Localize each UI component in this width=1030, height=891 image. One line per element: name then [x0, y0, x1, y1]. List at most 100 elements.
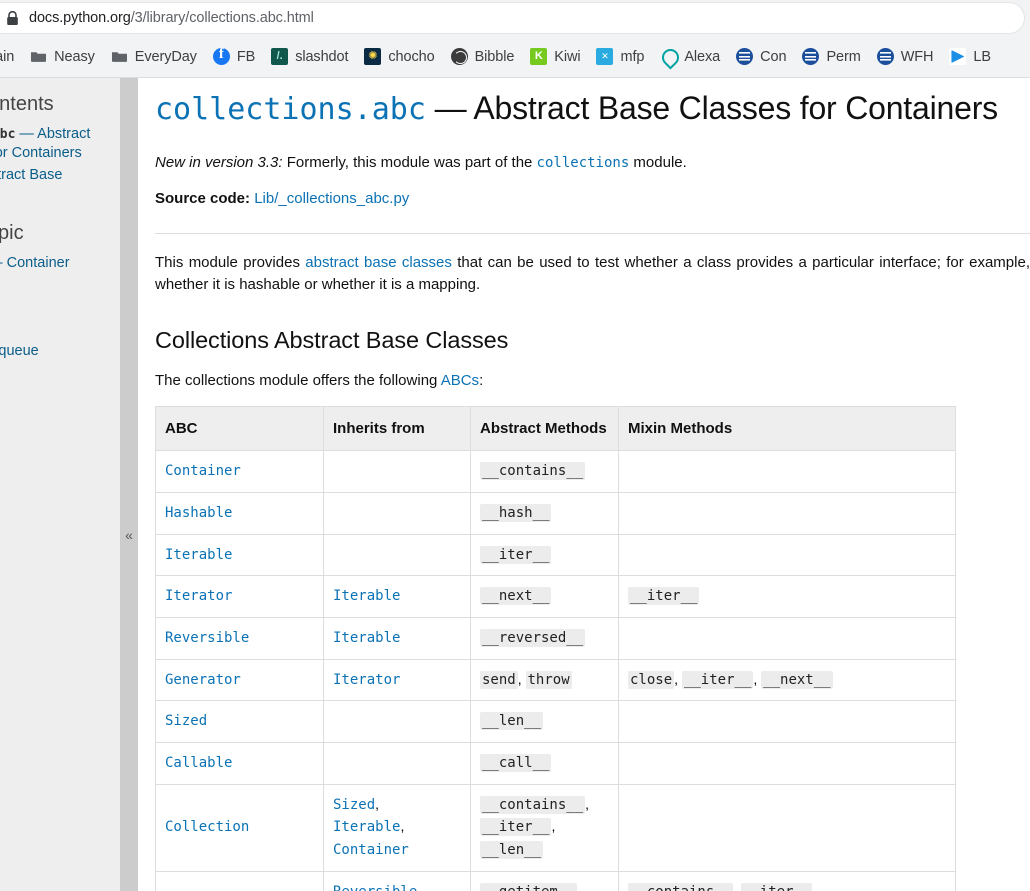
sidebar-thispage-block: This Page Report a Bug Show Source [0, 398, 102, 472]
cell-abstract-methods: __reversed__ [470, 617, 619, 660]
separator: , [585, 795, 590, 812]
table-row: Iterator Iterable __next__ __iter__ [155, 575, 956, 618]
bookmark-lain[interactable]: lain [0, 43, 22, 71]
column-header-abstract-methods: Abstract Methods [470, 406, 619, 452]
abc-link[interactable]: Sized [165, 713, 207, 729]
inherits-link[interactable]: Sized [333, 797, 375, 813]
sidebar-link-collections-abc[interactable]: collections.abc — Abstract Base Classes … [0, 126, 90, 161]
bookmark-everyday[interactable]: EveryDay [103, 43, 205, 71]
slashdot-icon [271, 48, 289, 65]
section-intro-before: The collections module offers the follow… [155, 371, 441, 389]
bookmark-con[interactable]: Con [728, 43, 794, 71]
abc-link[interactable]: Iterable [165, 547, 232, 563]
mixin-literal: close [628, 670, 675, 689]
separator: , [375, 795, 380, 812]
abc-link[interactable]: Callable [165, 755, 232, 771]
sidebar-item-report-bug[interactable]: Report a Bug [0, 431, 102, 449]
page-viewport: Table of Contents collections.abc — Abst… [0, 78, 1030, 891]
bookmark-fb[interactable]: FB [205, 43, 263, 71]
abc-link[interactable]: Container [165, 463, 241, 479]
bookmarks-bar[interactable]: lain Neasy EveryDay FB slashdot chocho Bibble K… [0, 36, 1030, 77]
bookmark-neasy[interactable]: Neasy [22, 43, 103, 71]
version-added-label: New in version 3.3: [155, 153, 283, 171]
column-header-inherits-from: Inherits from [323, 406, 471, 452]
source-code-line: Source code: Lib/_collections_abc.py [155, 188, 1030, 211]
bookmark-alexa[interactable]: Alexa [652, 43, 728, 71]
separator: , [812, 882, 817, 891]
abc-link[interactable]: Generator [165, 672, 241, 688]
cell-mixin-methods [618, 450, 956, 493]
sidebar-collapse-handle[interactable]: « [120, 78, 138, 891]
inherits-link[interactable]: Iterable [333, 588, 400, 604]
cell-mixin-methods [618, 491, 956, 535]
collections-module-link[interactable]: collections [537, 155, 630, 171]
cell-mixin-methods: __contains__, __iter__,__reversed__, ind… [618, 870, 956, 891]
page-title: collections.abc — Abstract Base Classes … [155, 90, 1030, 128]
sidebar-item-collections-abc[interactable]: collections.abc — Abstract Base Classes … [0, 125, 102, 162]
abstract-literal: __next__ [480, 587, 552, 606]
chevron-left-double-icon[interactable]: « [120, 528, 138, 542]
bookmark-kiwi[interactable]: Kiwi [522, 43, 588, 71]
page-title-module: collections.abc [155, 92, 426, 127]
sidebar-link-abc-section[interactable]: Collections Abstract Base Classes [0, 167, 62, 201]
cell-inherits-from: Iterable [323, 575, 471, 618]
lock-icon[interactable] [6, 10, 19, 26]
mfp-icon [596, 48, 614, 65]
sidebar-item-show-source[interactable]: Show Source [0, 454, 102, 472]
separator: , [517, 670, 526, 687]
bookmark-wfh[interactable]: WFH [869, 43, 942, 71]
sidebar-next-topic[interactable]: heapq — Heap queue algorithm [0, 342, 102, 380]
abc-table-body: Container __contains__ Hashable __hash__ Ite… [155, 450, 956, 891]
cell-abstract-methods: __iter__ [470, 533, 619, 577]
bookmark-label: WFH [900, 48, 934, 65]
bookmark-label: Con [760, 48, 787, 65]
source-code-link[interactable]: Lib/_collections_abc.py [254, 190, 409, 207]
cell-abc: Iterable [155, 533, 324, 577]
source-code-label: Source code: [155, 190, 251, 208]
abc-link[interactable]: Hashable [165, 505, 232, 521]
bookmark-label: EveryDay [134, 48, 197, 65]
abc-link[interactable]: Collection [165, 819, 249, 835]
table-row: Sized __len__ [155, 700, 956, 744]
page-title-rest: — Abstract Base Classes for Containers [434, 90, 999, 126]
bookmark-slashdot[interactable]: slashdot [263, 43, 356, 71]
sidebar-previous-topic[interactable]: collections — Container datatypes [0, 254, 102, 292]
sidebar-toc-0-mono: collections.abc [0, 127, 16, 142]
cell-inherits-from: Iterator [323, 658, 471, 702]
url-bar-row: docs.python.org/3/library/collections.ab… [0, 0, 1030, 36]
inherits-link[interactable]: Iterable [333, 819, 400, 835]
abc-link[interactable]: Iterator [165, 588, 232, 604]
abcs-link[interactable]: ABCs [441, 372, 479, 389]
inherits-link[interactable]: Container [333, 842, 409, 858]
abc-link[interactable]: Reversible [165, 630, 249, 646]
inherits-link[interactable]: Iterator [333, 672, 400, 688]
bookmark-bibble[interactable]: Bibble [443, 43, 523, 71]
abstract-literal: __hash__ [480, 503, 552, 522]
bookmark-perm[interactable]: Perm [794, 43, 868, 71]
table-row: Callable __call__ [155, 742, 956, 785]
cell-abc: Sized [155, 700, 324, 744]
cell-inherits-from [323, 742, 471, 785]
abstract-literal: __contains__ [480, 795, 586, 814]
divider [155, 232, 1030, 234]
cell-inherits-from [323, 700, 471, 744]
address-bar[interactable]: docs.python.org/3/library/collections.ab… [0, 3, 1024, 33]
bookmark-chocho[interactable]: chocho [356, 43, 442, 71]
inherits-link[interactable]: Reversible [333, 884, 417, 891]
bookmark-mfp[interactable]: mfp [588, 43, 652, 71]
inherits-link[interactable]: Iterable [333, 630, 400, 646]
abstract-literal: throw [525, 670, 572, 689]
bookmark-label: Perm [826, 48, 861, 65]
bookmark-lb[interactable]: LB [941, 43, 999, 71]
folder-icon [30, 48, 47, 65]
bookmark-label: Alexa [684, 48, 721, 65]
sidebar-next-block: Next topic heapq — Heap queue algorithm [0, 309, 102, 380]
column-header-abc: ABC [155, 406, 324, 452]
sidebar-previous-link[interactable]: collections — Container datatypes [0, 255, 70, 290]
sidebar-next-link[interactable]: heapq — Heap queue algorithm [0, 343, 39, 378]
abstract-base-classes-link[interactable]: abstract base classes [305, 254, 452, 271]
sidebar-item-collections-abstract-base-classes[interactable]: Collections Abstract Base Classes [0, 166, 102, 203]
section-intro: The collections module offers the follow… [155, 370, 1030, 393]
cell-mixin-methods: __iter__ [618, 575, 956, 618]
table-row: Collection Sized, Iterable, Container __cont… [155, 783, 956, 872]
